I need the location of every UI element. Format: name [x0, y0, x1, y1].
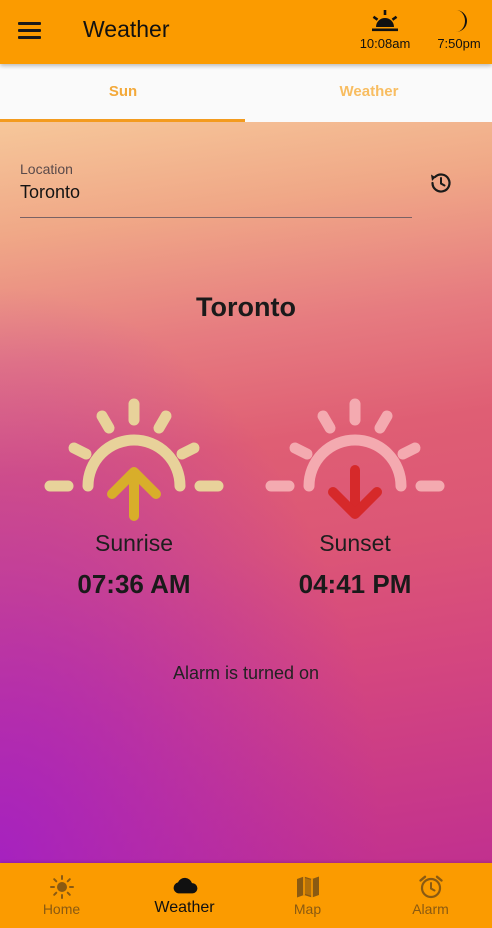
toolbar-sunrise-time: 10:08am: [359, 36, 411, 51]
sun-content: Location Toronto Toronto Sunrise 07:36 A…: [0, 122, 492, 863]
cloud-icon: [173, 877, 197, 894]
nav-map-label: Map: [293, 901, 322, 917]
sunrise-time: 07:36 AM: [77, 569, 191, 599]
app-bar: Weather 10:08am 7:50pm: [0, 0, 492, 64]
location-label: Location: [20, 161, 73, 177]
toolbar-sunrise: 10:08am: [350, 8, 420, 51]
sunrise-label: Sunrise: [95, 530, 173, 556]
map-icon: [296, 876, 319, 898]
nav-weather[interactable]: Weather: [123, 863, 246, 928]
alarm-clock-icon: [418, 875, 443, 899]
city-name: Toronto: [196, 292, 296, 322]
toolbar-sunset-time: 7:50pm: [437, 36, 481, 51]
location-input[interactable]: Toronto: [20, 182, 400, 203]
bottom-nav: Home Weather Map Alarm: [0, 863, 492, 928]
tab-bar: Sun Weather: [0, 64, 492, 122]
tab-weather[interactable]: Weather: [246, 64, 492, 122]
tab-sun[interactable]: Sun: [0, 64, 246, 122]
nav-alarm[interactable]: Alarm: [369, 863, 492, 928]
tab-indicator: [0, 119, 245, 122]
app-title: Weather: [83, 16, 170, 42]
sunset-icon: [265, 398, 445, 519]
nav-map[interactable]: Map: [246, 863, 369, 928]
alarm-status: Alarm is turned on: [172, 663, 320, 683]
location-underline: [20, 217, 412, 218]
moon-icon: [456, 10, 467, 32]
nav-home-label: Home: [42, 901, 81, 917]
nav-weather-label: Weather: [154, 899, 215, 916]
sunrise-icon: [372, 10, 398, 32]
toolbar-sunset: 7:50pm: [424, 8, 492, 51]
sunrise-icon: [44, 398, 224, 521]
nav-home[interactable]: Home: [0, 863, 123, 928]
menu-icon[interactable]: [14, 16, 46, 46]
sunrise-card: Sunrise 07:36 AM: [34, 398, 234, 600]
sunset-card: Sunset 04:41 PM: [255, 398, 455, 600]
history-icon[interactable]: [428, 170, 454, 196]
sunset-label: Sunset: [319, 530, 391, 556]
nav-alarm-label: Alarm: [412, 901, 449, 917]
sunset-time: 04:41 PM: [298, 569, 412, 599]
sun-icon: [49, 875, 74, 899]
